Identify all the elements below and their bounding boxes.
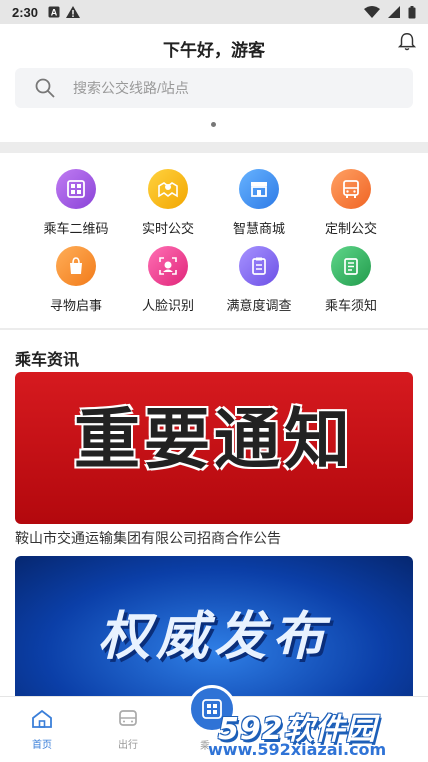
svg-text:A: A	[51, 8, 58, 18]
shop-icon	[239, 169, 279, 209]
service-qr-code[interactable]: 乘车二维码	[31, 169, 121, 237]
search-placeholder: 搜索公交线路/站点	[73, 80, 189, 96]
watermark: 592软件园 www.592xiazai.com	[190, 700, 428, 762]
survey-icon	[239, 246, 279, 286]
bell-icon[interactable]	[396, 31, 418, 53]
search-icon	[35, 78, 55, 98]
tab-label: 首页	[32, 740, 52, 751]
banner-text: 重要通知	[74, 401, 354, 478]
service-label: 满意度调查	[226, 298, 292, 313]
notification-a-icon: A	[48, 6, 60, 18]
carousel-indicator	[211, 122, 216, 127]
service-face-id[interactable]: 人脸识别	[123, 246, 213, 314]
tab-home[interactable]: 首页	[12, 709, 72, 751]
search-input[interactable]: 搜索公交线路/站点	[15, 68, 413, 108]
service-label: 人脸识别	[141, 298, 194, 313]
service-label: 智慧商城	[232, 221, 285, 236]
service-grid: 乘车二维码 实时公交 智慧商城 定制公交 寻物启事 人脸识别 满意度调查 乘车须…	[0, 153, 428, 328]
battery-icon	[408, 5, 416, 18]
service-label: 乘车须知	[324, 298, 377, 313]
notice-icon	[331, 246, 371, 286]
tab-travel[interactable]: 出行	[98, 709, 158, 751]
service-riding-notice[interactable]: 乘车须知	[306, 246, 396, 314]
map-pin-icon	[148, 169, 188, 209]
signal-icon	[388, 6, 400, 18]
service-custom-bus[interactable]: 定制公交	[306, 169, 396, 237]
wifi-icon	[364, 6, 380, 18]
news-banner-official-release[interactable]: 权威发布	[15, 556, 413, 696]
status-time: 2:30	[12, 4, 39, 20]
face-id-icon	[148, 246, 188, 286]
service-lost-found[interactable]: 寻物启事	[31, 246, 121, 314]
home-header: 下午好，游客 搜索公交线路/站点	[0, 24, 428, 142]
service-label: 实时公交	[141, 221, 194, 236]
bus-icon	[331, 169, 371, 209]
watermark-url: www.592xiazai.com	[208, 740, 387, 759]
status-bar: 2:30 A	[0, 0, 428, 24]
warning-icon	[66, 6, 81, 18]
service-survey[interactable]: 满意度调查	[214, 246, 304, 314]
service-smart-mall[interactable]: 智慧商城	[214, 169, 304, 237]
news-banner-important-notice[interactable]: 重要通知	[15, 372, 413, 524]
banner-text: 权威发布	[97, 607, 330, 667]
bus-icon	[119, 710, 137, 726]
news-section: 乘车资讯 重要通知 鞍山市交通运输集团有限公司招商合作公告 权威发布	[0, 330, 428, 696]
greeting-title: 下午好，游客	[163, 41, 265, 60]
qr-code-icon	[56, 169, 96, 209]
news-section-title: 乘车资讯	[15, 352, 80, 369]
tab-label: 出行	[118, 740, 138, 751]
service-label: 寻物启事	[49, 298, 102, 313]
service-label: 定制公交	[324, 221, 377, 236]
bag-icon	[56, 246, 96, 286]
service-label: 乘车二维码	[43, 221, 109, 236]
news-caption[interactable]: 鞍山市交通运输集团有限公司招商合作公告	[15, 528, 281, 548]
service-realtime-bus[interactable]: 实时公交	[123, 169, 213, 237]
home-icon	[32, 709, 52, 728]
